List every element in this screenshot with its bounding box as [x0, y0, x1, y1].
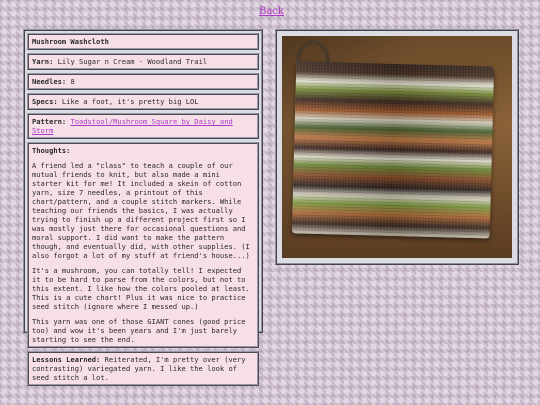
- pattern-row: Pattern: Toadstool/Mushroom Square by Da…: [27, 113, 259, 139]
- photo-frame: [275, 29, 519, 265]
- needles-value: 8: [70, 77, 75, 86]
- yarn-row: Yarn: Lily Sugar n Cream - Woodland Trai…: [27, 53, 259, 70]
- thoughts-paragraph-3: This yarn was one of those GIANT cones (…: [32, 317, 246, 344]
- project-title-row: Mushroom Washcloth: [27, 33, 259, 50]
- project-title: Mushroom Washcloth: [32, 37, 109, 46]
- needles-row: Needles: 8: [27, 73, 259, 90]
- yarn-label: Yarn:: [32, 57, 54, 66]
- knitted-washcloth-icon: [291, 61, 495, 239]
- specs-value: Like a foot, it's pretty big LOL: [61, 97, 199, 106]
- washcloth-photo: [282, 36, 512, 258]
- thoughts-row: Thoughts: A friend led a "class" to teac…: [27, 142, 259, 348]
- needles-label: Needles:: [32, 77, 67, 86]
- thoughts-label: Thoughts:: [32, 146, 71, 155]
- lessons-row: Lessons Learned: Reiterated, I'm pretty …: [27, 351, 259, 386]
- specs-label: Specs:: [32, 97, 58, 106]
- pattern-label: Pattern:: [32, 117, 67, 126]
- thoughts-paragraph-1: A friend led a "class" to teach a couple…: [32, 161, 250, 260]
- specs-row: Specs: Like a foot, it's pretty big LOL: [27, 93, 259, 110]
- back-link[interactable]: Back: [259, 6, 284, 17]
- thoughts-paragraph-2: It's a mushroom, you can totally tell! I…: [32, 266, 250, 311]
- lessons-label: Lessons Learned:: [32, 355, 101, 364]
- project-details-panel: Mushroom Washcloth Yarn: Lily Sugar n Cr…: [23, 29, 263, 386]
- yarn-value: Lily Sugar n Cream - Woodland Trail: [57, 57, 208, 66]
